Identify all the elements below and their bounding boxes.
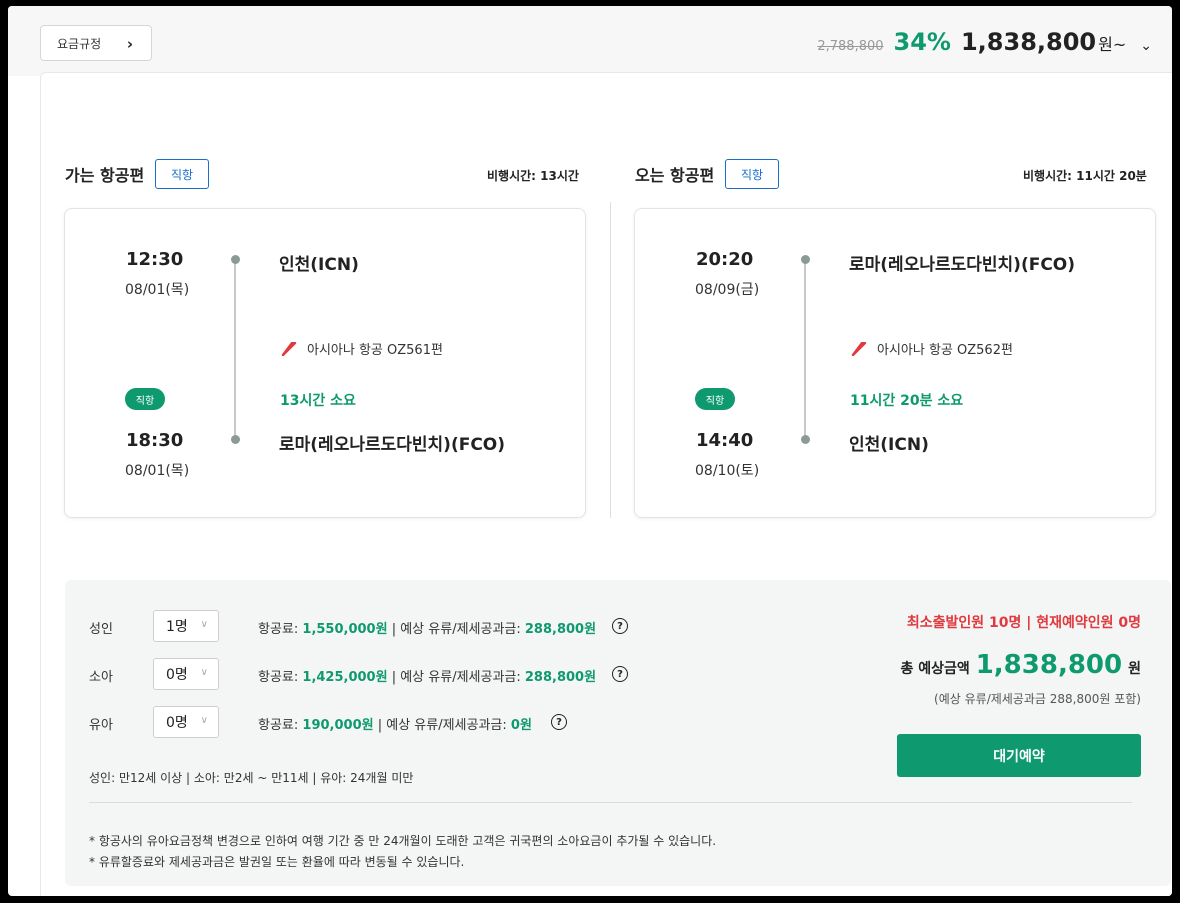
route-line — [804, 259, 806, 440]
pax-label-child: 소아 — [89, 670, 113, 685]
infant-count-value: 0명 — [166, 715, 188, 731]
adult-fare: 항공료: 1,550,000원 | 예상 유류/제세공과금: 288,800원 — [258, 618, 596, 637]
tax-amount: 0원 — [510, 718, 532, 733]
fare-amount: 1,425,000원 — [302, 670, 388, 685]
original-price: 2,788,800 — [817, 39, 884, 54]
help-icon[interactable]: ? — [612, 618, 628, 634]
help-icon[interactable]: ? — [612, 666, 628, 682]
chevron-right-icon: › — [126, 35, 133, 53]
fare-label: 항공료: — [258, 718, 299, 733]
chevron-down-icon[interactable]: ⌄ — [1140, 38, 1152, 54]
airline-name: 아시아나 항공 OZ561편 — [307, 343, 443, 358]
airline-name: 아시아나 항공 OZ562편 — [877, 343, 1013, 358]
depart-time: 12:30 — [126, 249, 184, 270]
airline-logo-icon — [851, 341, 867, 356]
arrive-dot — [230, 435, 240, 444]
chevron-down-icon: ∨ — [200, 619, 208, 630]
arrive-time: 18:30 — [126, 430, 184, 451]
booking-frame: 요금규정 › 2,788,800 34% 1,838,800 원~ ⌄ 가는 항… — [8, 6, 1172, 896]
divider — [610, 202, 611, 518]
depart-date: 08/09(금) — [695, 282, 760, 298]
total-price: 총 예상금액 1,838,800 원 — [900, 650, 1141, 680]
pax-label-adult: 성인 — [89, 622, 113, 637]
final-price-unit: 원~ — [1098, 35, 1127, 54]
adult-count-value: 1명 — [166, 619, 188, 635]
outbound-direct-badge: 직항 — [155, 159, 209, 189]
note-2: * 유류할증료와 제세공과금은 발권일 또는 환율에 따라 변동될 수 있습니다… — [89, 855, 465, 869]
airline-info: 아시아나 항공 OZ562편 — [851, 339, 1013, 358]
tax-amount: 288,800원 — [524, 622, 597, 637]
arrive-date: 08/01(목) — [125, 463, 190, 479]
note-1: * 항공사의 유아요금정책 변경으로 인하여 여행 기간 중 만 24개월이 도… — [89, 834, 717, 848]
inbound-direct-badge: 직항 — [725, 159, 779, 189]
arrive-city: 인천(ICN) — [849, 435, 929, 455]
child-count-value: 0명 — [166, 667, 188, 683]
depart-city: 로마(레오나르도다빈치)(FCO) — [849, 255, 1076, 275]
min-pax-notice: 최소출발인원 10명 | 현재예약인원 0명 — [906, 615, 1141, 631]
arrive-dot — [800, 435, 810, 444]
outbound-card: 12:30 08/01(목) 인천(ICN) 아시아나 항공 OZ561편 직항… — [64, 208, 586, 518]
infant-fare: 항공료: 190,000원 | 예상 유류/제세공과금: 0원 — [258, 714, 532, 733]
final-price: 1,838,800 — [960, 28, 1097, 56]
child-fare: 항공료: 1,425,000원 | 예상 유류/제세공과금: 288,800원 — [258, 666, 596, 685]
inbound-card: 20:20 08/09(금) 로마(레오나르도다빈치)(FCO) 아시아나 항공… — [634, 208, 1156, 518]
total-label: 총 예상금액 — [900, 661, 970, 677]
waitlist-button[interactable]: 대기예약 — [897, 734, 1141, 777]
tax-label: | 예상 유류/제세공과금: — [391, 670, 521, 685]
outbound-title: 가는 항공편 — [65, 166, 145, 185]
fare-label: 항공료: — [258, 622, 299, 637]
tax-label: | 예상 유류/제세공과금: — [377, 718, 507, 733]
chevron-down-icon: ∨ — [200, 715, 208, 726]
duration: 11시간 20분 소요 — [850, 393, 964, 409]
pax-label-infant: 유아 — [89, 718, 113, 733]
route-line — [234, 259, 236, 440]
total-unit: 원 — [1128, 661, 1141, 677]
tax-label: | 예상 유류/제세공과금: — [391, 622, 521, 637]
adult-count-select[interactable]: 1명 ∨ — [153, 610, 219, 642]
discount-rate: 34% — [893, 28, 951, 56]
depart-dot — [800, 255, 810, 264]
direct-pill: 직항 — [695, 388, 735, 410]
fare-rules-button[interactable]: 요금규정 › — [40, 25, 152, 61]
fare-label: 항공료: — [258, 670, 299, 685]
price-summary: 2,788,800 34% 1,838,800 원~ ⌄ — [817, 28, 1152, 56]
age-note: 성인: 만12세 이상 | 소아: 만2세 ~ 만11세 | 유아: 24개월 … — [89, 771, 414, 785]
direct-pill: 직항 — [125, 388, 165, 410]
fare-amount: 190,000원 — [302, 718, 374, 733]
total-amount: 1,838,800 — [975, 650, 1123, 680]
tax-amount: 288,800원 — [524, 670, 597, 685]
child-count-select[interactable]: 0명 ∨ — [153, 658, 219, 690]
outbound-flight-time: 비행시간: 13시간 — [487, 169, 579, 183]
arrive-time: 14:40 — [696, 430, 754, 451]
inbound-flight-time: 비행시간: 11시간 20분 — [1023, 169, 1147, 183]
inbound-title: 오는 항공편 — [635, 166, 715, 185]
depart-dot — [230, 255, 240, 264]
fare-rules-label: 요금규정 — [57, 36, 102, 51]
arrive-city: 로마(레오나르도다빈치)(FCO) — [279, 435, 506, 455]
depart-city: 인천(ICN) — [279, 255, 359, 275]
depart-time: 20:20 — [696, 249, 754, 270]
fare-amount: 1,550,000원 — [302, 622, 388, 637]
arrive-date: 08/10(토) — [695, 463, 760, 479]
depart-date: 08/01(목) — [125, 282, 190, 298]
chevron-down-icon: ∨ — [200, 667, 208, 678]
airline-info: 아시아나 항공 OZ561편 — [281, 339, 443, 358]
pricing-box: 성인 1명 ∨ 항공료: 1,550,000원 | 예상 유류/제세공과금: 2… — [65, 580, 1171, 886]
duration: 13시간 소요 — [280, 393, 356, 409]
infant-count-select[interactable]: 0명 ∨ — [153, 706, 219, 738]
divider — [89, 802, 1132, 803]
help-icon[interactable]: ? — [551, 714, 567, 730]
airline-logo-icon — [281, 341, 297, 356]
tax-included-note: (예상 유류/제세공과금 288,800원 포함) — [934, 692, 1141, 706]
